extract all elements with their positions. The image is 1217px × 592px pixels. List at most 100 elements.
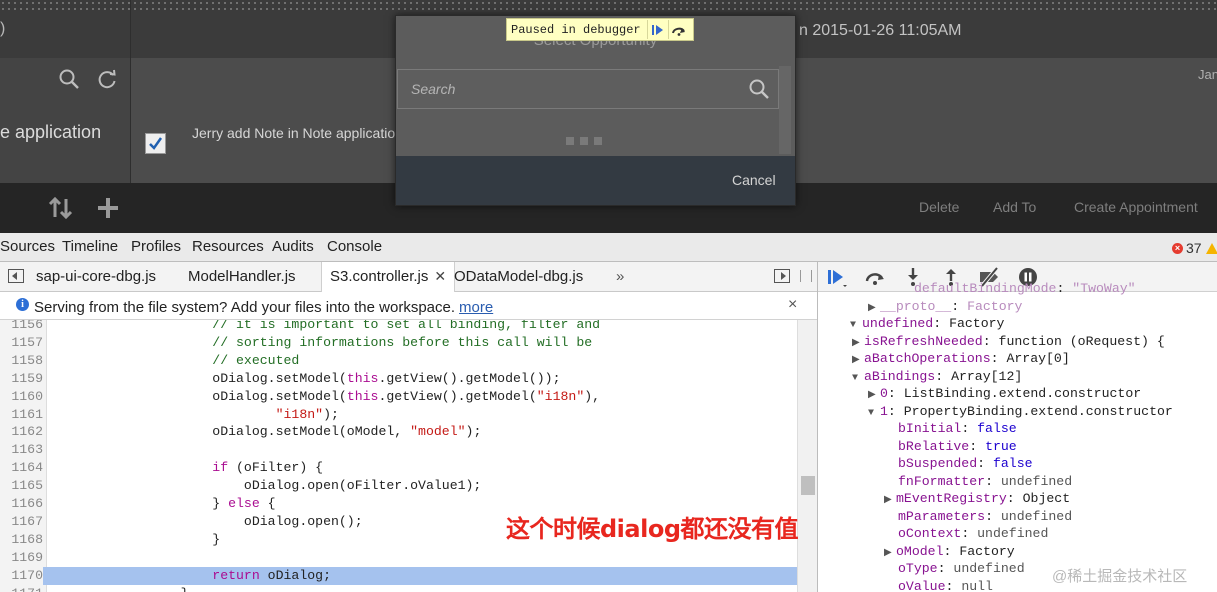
cancel-button[interactable]: Cancel <box>732 172 776 188</box>
line-number[interactable]: 1159 <box>0 370 43 388</box>
property-value: Array[0] <box>1006 351 1070 366</box>
file-tab[interactable]: ModelHandler.js <box>180 262 304 291</box>
property-value: function (oRequest) { <box>998 333 1165 349</box>
expanded-triangle-icon[interactable]: ▼ <box>852 370 864 388</box>
search-input[interactable] <box>398 70 741 108</box>
property-key: aBatchOperations <box>864 351 991 366</box>
scope-tree-item[interactable]: ▶ 0: ListBinding.extend.constructor <box>868 385 1141 403</box>
add-to-button[interactable]: Add To <box>993 199 1036 215</box>
line-number[interactable]: 1160 <box>0 388 43 406</box>
dialog-search-field[interactable] <box>397 69 779 109</box>
tab-console[interactable]: Console <box>327 238 382 255</box>
line-number[interactable]: 1161 <box>0 406 43 424</box>
scope-tree-item[interactable]: ▼ aBindings: Array[12] <box>852 368 1022 386</box>
step-over-icon[interactable] <box>667 20 689 39</box>
property-value: Factory <box>959 543 1015 559</box>
line-number[interactable]: 1166 <box>0 495 43 513</box>
scope-tree-item[interactable]: ▼ undefined: Factory <box>850 315 1004 333</box>
collapsed-triangle-icon[interactable]: ▶ <box>884 545 896 563</box>
tab-sources[interactable]: Sources <box>0 238 55 255</box>
editor-scrollbar[interactable] <box>797 320 818 592</box>
plus-icon[interactable] <box>96 196 120 220</box>
property-value: Factory <box>967 298 1023 314</box>
code-line[interactable]: 1171 } <box>0 585 797 592</box>
dialog-scrollbar[interactable] <box>779 66 791 154</box>
more-link[interactable]: more <box>459 299 493 316</box>
tab-timeline[interactable]: Timeline <box>62 238 118 255</box>
scope-tree-item[interactable]: ▶ aBatchOperations: Array[0] <box>852 350 1070 368</box>
close-icon[interactable]: ✕ <box>434 268 446 284</box>
error-counter[interactable]: × 37 <box>1172 240 1217 256</box>
separator: : <box>935 368 952 384</box>
scope-tree-item[interactable]: fnFormatter: undefined <box>898 473 1072 491</box>
line-number[interactable]: 1158 <box>0 352 43 370</box>
step-over-icon[interactable] <box>864 266 886 288</box>
line-number[interactable]: 1168 <box>0 531 43 549</box>
code-line[interactable]: 1163 <box>0 441 797 459</box>
code-line[interactable]: 1165 oDialog.open(oFilter.oValue1); <box>0 477 797 495</box>
search-icon[interactable] <box>748 78 770 100</box>
scope-tree-item[interactable]: oType: undefined <box>898 560 1025 578</box>
tab-profiles[interactable]: Profiles <box>131 238 181 255</box>
note-checkbox[interactable] <box>145 133 166 154</box>
line-number[interactable]: 1170 <box>0 566 43 585</box>
scope-tree-item[interactable]: oContext: undefined <box>898 525 1048 543</box>
line-number[interactable]: 1163 <box>0 441 43 459</box>
code-line[interactable]: 1159 oDialog.setModel(this.getView().get… <box>0 370 797 388</box>
search-icon[interactable] <box>58 68 80 90</box>
toggle-debugger-sidebar-icon[interactable] <box>774 269 790 283</box>
delete-button[interactable]: Delete <box>919 199 959 215</box>
code-line[interactable]: 1161 "i18n"); <box>0 406 797 424</box>
more-tabs-button[interactable]: » <box>616 268 624 285</box>
line-number[interactable]: 1167 <box>0 513 43 531</box>
line-number[interactable]: 1156 <box>0 320 43 334</box>
scope-tree-item[interactable]: ▶ oModel: Factory <box>884 543 1015 561</box>
tab-resources[interactable]: Resources <box>192 238 264 255</box>
collapsed-triangle-icon[interactable]: ▶ <box>884 492 896 510</box>
close-icon[interactable]: × <box>788 296 797 314</box>
code-line[interactable]: 1157 // sorting informations before this… <box>0 334 797 352</box>
code-line[interactable]: 1164 if (oFilter) { <box>0 459 797 477</box>
file-tab[interactable]: sap-ui-core-dbg.js <box>28 262 164 291</box>
scope-tree-item[interactable]: bInitial: false <box>898 420 1017 438</box>
create-appointment-button[interactable]: Create Appointment <box>1074 199 1198 215</box>
header-date: n 2015-01-26 11:05AM <box>799 22 962 39</box>
line-number[interactable]: 1165 <box>0 477 43 495</box>
code-line[interactable]: 1162 oDialog.setModel(oModel, "model"); <box>0 423 797 441</box>
line-number[interactable]: 1164 <box>0 459 43 477</box>
drag-handle-icon[interactable] <box>800 270 812 282</box>
code-line[interactable]: 1158 // executed <box>0 352 797 370</box>
expanded-triangle-icon[interactable]: ▼ <box>868 405 880 423</box>
scrollbar-thumb[interactable] <box>801 476 815 495</box>
scope-tree-item[interactable]: mParameters: undefined <box>898 508 1072 526</box>
line-number[interactable]: 1157 <box>0 334 43 352</box>
code-line[interactable]: 1169 <box>0 549 797 567</box>
code-line[interactable]: 1160 oDialog.setModel(this.getView().get… <box>0 388 797 406</box>
code-line-current[interactable]: 1170 return oDialog; <box>0 566 797 585</box>
line-number[interactable]: 1162 <box>0 423 43 441</box>
scope-tree-item[interactable]: oValue: null <box>898 578 993 592</box>
resume-icon[interactable] <box>646 20 668 39</box>
line-number[interactable]: 1171 <box>0 585 43 592</box>
scope-tree-item[interactable]: ▶ __proto__: Factory <box>868 298 1022 316</box>
toggle-navigator-icon[interactable] <box>8 269 24 283</box>
scope-tree-item[interactable]: ▼ 1: PropertyBinding.extend.constructor <box>868 403 1173 421</box>
scope-tree-item[interactable]: defaultBindingMode: "TwoWay" <box>914 280 1136 298</box>
scope-tree-item[interactable]: ▶ mEventRegistry: Object <box>884 490 1070 508</box>
code-editor[interactable]: 1156 // it is important to set all bindi… <box>0 320 797 592</box>
line-number[interactable]: 1169 <box>0 549 43 567</box>
sort-icon[interactable] <box>48 196 74 220</box>
tab-audits[interactable]: Audits <box>272 238 314 255</box>
code-line[interactable]: 1156 // it is important to set all bindi… <box>0 320 797 334</box>
separator: : <box>961 526 978 541</box>
refresh-icon[interactable] <box>96 68 118 90</box>
scope-tree-item[interactable]: bSuspended: false <box>898 455 1033 473</box>
scope-tree-item[interactable]: ▶ isRefreshNeeded: function (oRequest) { <box>852 333 1165 351</box>
file-tab[interactable]: ODataModel-dbg.js <box>446 262 591 291</box>
list-item-title[interactable]: e application <box>0 122 101 143</box>
scope-tree-item[interactable]: bRelative: true <box>898 438 1017 456</box>
property-key: aBindings <box>864 368 936 384</box>
file-tab-active[interactable]: S3.controller.js ✕ <box>321 262 456 292</box>
resume-icon[interactable] <box>826 266 848 288</box>
debugger-sidebar: defaultBindingMode: "TwoWay" ▶ __proto__: … <box>817 262 1217 592</box>
